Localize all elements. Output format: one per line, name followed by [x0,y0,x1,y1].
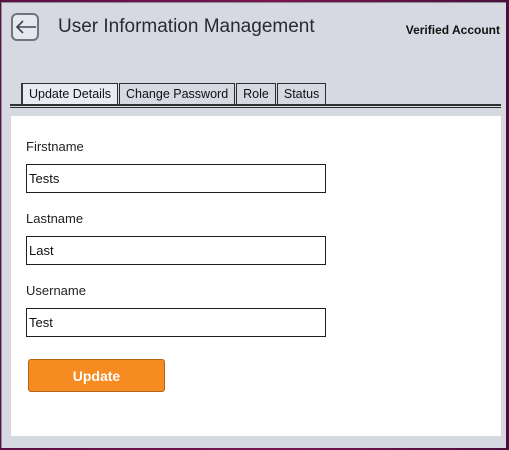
lastname-input[interactable] [26,236,326,265]
page-title: User Information Management [58,16,315,37]
username-input[interactable] [26,308,326,337]
app-window: User Information Management Verified Acc… [1,2,506,448]
update-button[interactable]: Update [28,359,165,392]
tab-status[interactable]: Status [276,83,327,104]
tab-change-password[interactable]: Change Password [119,83,236,104]
tab-bar: Update Details Change Password Role Stat… [21,83,327,105]
firstname-input[interactable] [26,164,326,193]
tab-divider [10,107,501,108]
arrow-left-icon [15,20,36,34]
tab-update-details[interactable]: Update Details [21,83,118,104]
tab-divider [10,104,501,106]
firstname-label: Firstname [26,139,84,154]
update-details-panel: Firstname Lastname Username Update [11,116,501,436]
lastname-label: Lastname [26,211,84,226]
verified-account-badge: Verified Account [405,23,500,37]
username-label: Username [26,283,86,298]
back-button[interactable] [11,13,39,41]
tab-role[interactable]: Role [236,83,276,104]
